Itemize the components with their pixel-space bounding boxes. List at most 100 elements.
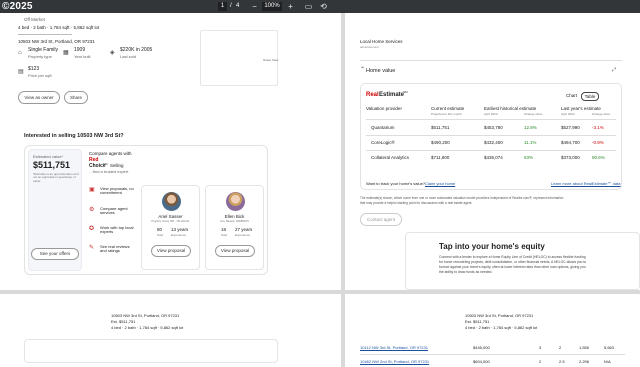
tag-icon: ◈	[110, 50, 115, 56]
table-row-current: $511,751	[431, 125, 450, 130]
equity-title: Tap into your home's equity	[439, 242, 545, 251]
table-row-change: -3.1%	[592, 125, 604, 130]
nearby-baths: 2.5	[559, 359, 565, 364]
see-offers-button[interactable]: See your offers	[31, 248, 79, 260]
fit-page-icon[interactable]: ▭	[303, 1, 314, 12]
nearby-home-link[interactable]: 10112 NW 3rd St, Portland, OR 97231	[360, 345, 428, 350]
page-total: 4	[236, 3, 240, 9]
page-header-estimate: Est. $511,751	[465, 319, 490, 324]
realestimate-sm: SM	[403, 90, 408, 94]
view-proposal-button[interactable]: View proposal	[215, 245, 255, 257]
nearby-beds: 3	[539, 345, 542, 350]
pdf-toolbar: ©2025 1 / 4 − 100% + ▭ ⟲	[0, 0, 640, 13]
col-earliest-sub: April 2020	[484, 112, 498, 116]
learn-more-link[interactable]: Learn more about RealEstimate℠ data	[551, 181, 620, 186]
claim-home-link[interactable]: Claim your home	[425, 181, 455, 186]
property-type-label: Property type	[28, 54, 52, 59]
nearby-price: $604,000	[473, 359, 490, 364]
zoom-out-button[interactable]: −	[249, 1, 260, 12]
compare-item-2: Compare agent services	[100, 206, 128, 216]
table-row-last: $494,700	[561, 140, 580, 145]
table-row-provider: CoreLogic®	[371, 140, 395, 145]
agent-years-label: Experience	[171, 233, 187, 237]
compare-subtitle: …find a trusted expert	[89, 169, 129, 174]
agent-card-1: Ariel Sasser Property Group NW · OR 2012…	[141, 185, 200, 270]
table-row-change: 90.6%	[592, 155, 605, 160]
col-last-sub: April 2024	[561, 112, 575, 116]
divider	[360, 60, 622, 61]
agent-org: Property Group NW · OR 201211	[151, 220, 190, 223]
realestimate-card: Real Estimate SM Chart Table Valuation p…	[360, 83, 622, 190]
pdf-page-2: Local Home Services advertisement ⌃ Home…	[345, 13, 640, 290]
status-text: Off Market	[24, 17, 45, 22]
year-built-value: 1909	[74, 47, 86, 53]
table-row-provider: Collateral Analytics	[371, 155, 410, 160]
nearby-home-link[interactable]: 10462 NW 2nd St, Portland, OR 97231	[360, 359, 429, 364]
table-row-current: $711,800	[431, 155, 450, 160]
divider	[366, 150, 616, 151]
tab-table[interactable]: Table	[581, 92, 599, 101]
price-sqft-label: Price per sqft	[28, 73, 52, 78]
contact-agent-button[interactable]: Contact agent	[360, 213, 402, 226]
agent-org: Gov. Beacon HAMBROS	[220, 220, 249, 223]
compare-item-3: Work with top local experts	[100, 225, 134, 235]
page-number-input[interactable]: 1	[218, 2, 227, 11]
calendar-icon: ▦	[63, 50, 69, 56]
price-sqft-value: $123	[28, 66, 40, 72]
last-sold-value: $220K in 2005	[120, 47, 153, 53]
col-current-sub: Projected to this month	[431, 112, 462, 116]
nearby-lot: 5,663	[604, 345, 615, 350]
property-address: 10503 NW 3rd St, Portland, OR 97231	[18, 39, 95, 44]
realestimate-rest: Estimate	[379, 92, 405, 98]
share-button[interactable]: Share	[64, 91, 88, 104]
nearby-baths: 2	[559, 345, 562, 350]
home-value-title: Home value	[366, 68, 396, 74]
divider	[366, 135, 616, 136]
agent-sold-label: Sold	[221, 233, 228, 237]
view-as-owner-button[interactable]: View as owner	[18, 91, 60, 104]
page-header-estimate: Est. $511,751	[111, 319, 136, 324]
last-sold-label: Last sold	[120, 54, 137, 59]
estimate-value: $511,751	[33, 160, 71, 170]
selling-heading: Interested in selling 10503 NW 3rd St?	[24, 133, 124, 139]
table-row-last: $527,990	[561, 125, 580, 130]
chevron-up-icon[interactable]: ⌃	[360, 67, 365, 73]
zoom-in-button[interactable]: +	[285, 1, 296, 12]
table-row-earliest: $432,400	[484, 140, 503, 145]
street-view-caption: Street View	[263, 58, 279, 62]
table-row-current: $490,200	[431, 140, 450, 145]
agent-avatar	[226, 192, 245, 211]
proposal-icon: ▣	[89, 187, 95, 193]
tab-chart[interactable]: Chart	[564, 92, 579, 99]
divider	[18, 34, 72, 35]
equity-body-line: the ability to draw funds as needed.	[439, 270, 493, 274]
estimate-note: *Estimate is an approximation and not an…	[33, 172, 79, 183]
street-view-map[interactable]: Street View	[200, 30, 278, 86]
col-provider: Valuation provider	[366, 106, 402, 111]
divider	[360, 354, 625, 355]
disclaimer-line-2: that may provide a helpful starting poin…	[360, 201, 473, 205]
table-row-change: 63%	[524, 155, 534, 160]
compare-icon: ⚙	[89, 207, 95, 213]
nearby-sqft: 2,296	[579, 359, 590, 364]
table-row-change: 11.1%	[524, 140, 537, 145]
property-type-value: Single Family	[28, 47, 59, 53]
rotate-icon[interactable]: ⟲	[318, 1, 329, 12]
review-icon: ✎	[89, 245, 95, 251]
agent-sold-label: Sold	[157, 233, 164, 237]
pdf-page-1: Off Market 4 bed · 2 bath · 1,784 sqft ·…	[0, 13, 341, 290]
expand-icon[interactable]: ⤢	[612, 68, 616, 73]
view-proposal-button[interactable]: View proposal	[151, 245, 191, 257]
nearby-price: $445,000	[473, 345, 490, 350]
house-icon: ⌂	[18, 50, 22, 56]
nearby-sqft: 1,555	[579, 345, 590, 350]
compare-item-1: View proposals, no commitment	[100, 186, 134, 196]
ruler-icon: ▤	[18, 69, 24, 75]
nearby-beds: 2	[539, 359, 542, 364]
col-change1: Change since	[524, 112, 543, 116]
page-separator: /	[230, 3, 232, 9]
agent-years-label: Experience	[235, 233, 251, 237]
nearby-lot: N/A	[604, 359, 611, 364]
zoom-level[interactable]: 100%	[262, 2, 282, 11]
compare-item-4: See real reviews and ratings	[100, 244, 130, 254]
